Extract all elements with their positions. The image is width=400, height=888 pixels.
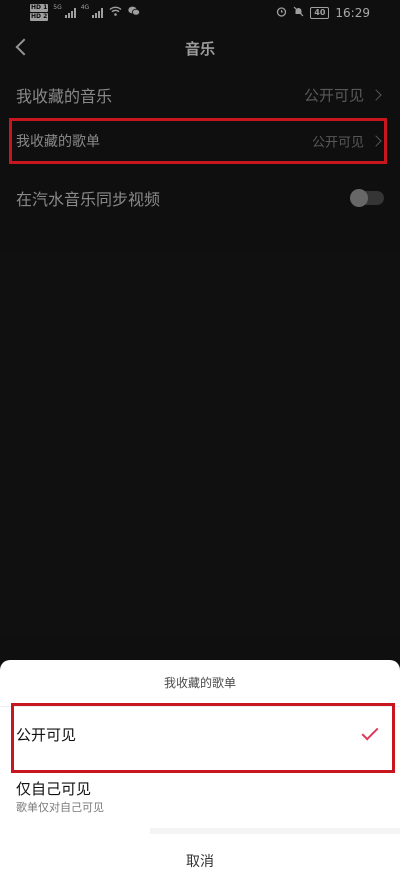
sheet-title: 我收藏的歌单 <box>163 676 236 690</box>
highlight-box <box>9 118 387 164</box>
option-label: 仅自己可见 <box>16 780 92 798</box>
highlight-box <box>11 703 395 773</box>
option-private[interactable]: 仅自己可见 歌单仅对自己可见 <box>0 774 400 822</box>
divider <box>150 828 400 834</box>
cancel-button[interactable]: 取消 <box>0 840 400 884</box>
option-description: 歌单仅对自己可见 <box>16 801 104 814</box>
